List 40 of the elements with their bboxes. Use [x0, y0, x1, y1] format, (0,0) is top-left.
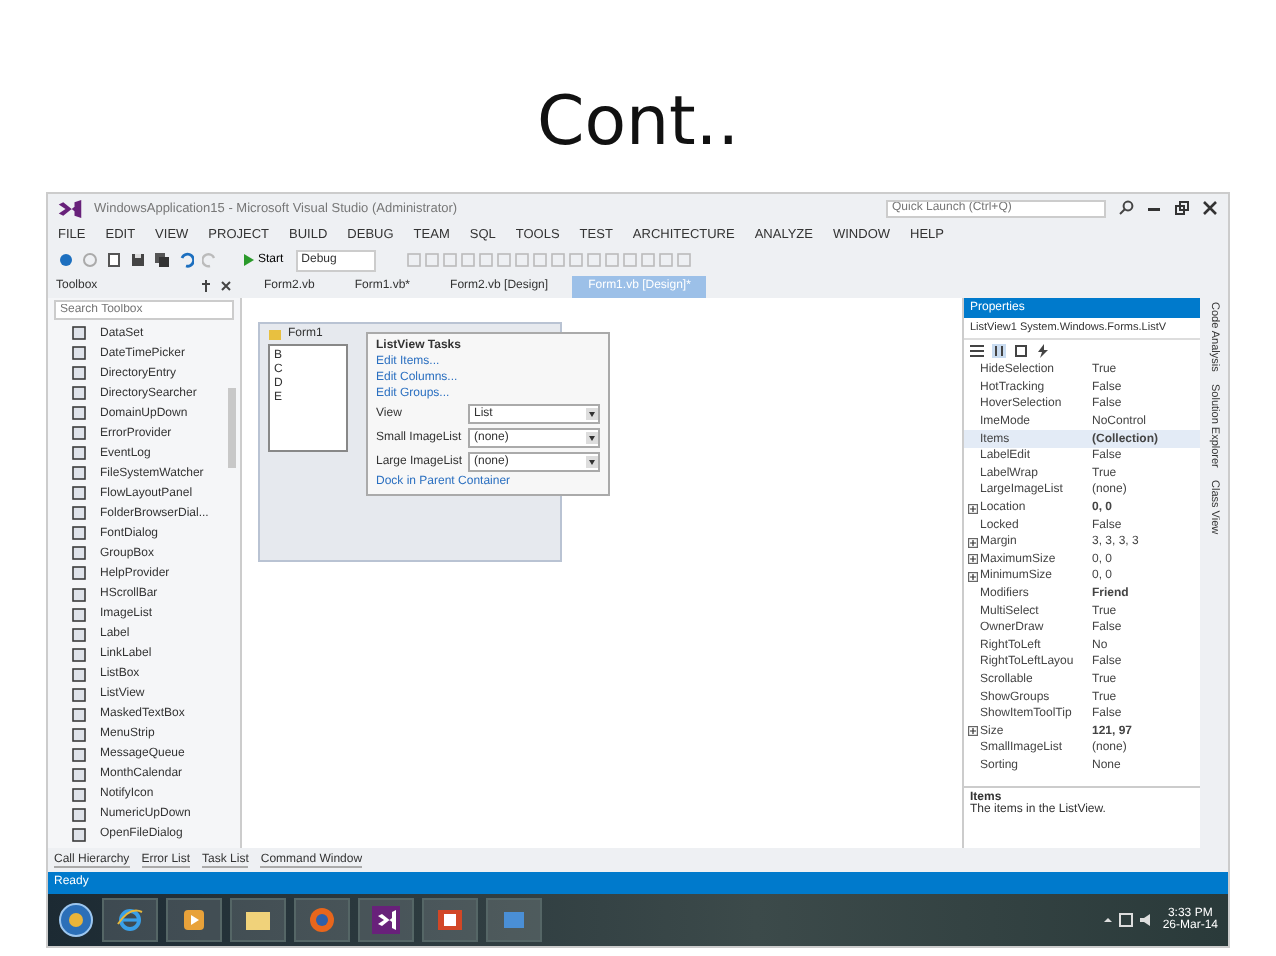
- back-icon[interactable]: [58, 252, 74, 268]
- caret-icon: [586, 456, 598, 468]
- save-all-icon[interactable]: [154, 252, 170, 268]
- tray-icons-drawing: [1102, 912, 1155, 928]
- presentation-icon: [436, 906, 464, 934]
- save-icon[interactable]: [130, 252, 146, 268]
- lightning-icon[interactable]: [1036, 344, 1050, 358]
- slide-title: Cont..: [536, 80, 740, 166]
- categorized-icon[interactable]: [970, 344, 984, 358]
- expand-icon[interactable]: [967, 554, 977, 565]
- caret-icon: [586, 432, 598, 444]
- form-icon: [268, 327, 282, 341]
- taskbar-button[interactable]: [166, 898, 222, 942]
- caret-icon: [586, 408, 598, 420]
- taskbar-button[interactable]: [422, 898, 478, 942]
- properties-icon[interactable]: [1014, 344, 1028, 358]
- taskbar-button[interactable]: [230, 898, 286, 942]
- expand-icon[interactable]: [967, 537, 977, 548]
- close-icon[interactable]: [1202, 200, 1218, 216]
- start-orb-icon[interactable]: [58, 902, 94, 938]
- close-icon[interactable]: [220, 280, 232, 292]
- restore-icon[interactable]: [1174, 200, 1190, 216]
- new-project-icon[interactable]: [106, 252, 122, 268]
- media-player-icon: [180, 906, 208, 934]
- expand-icon[interactable]: [967, 503, 977, 514]
- search-icon[interactable]: [1118, 200, 1134, 216]
- expand-icon[interactable]: [967, 571, 977, 582]
- logo-icon: [58, 199, 82, 217]
- ide-icon: [372, 906, 400, 934]
- browser-icon: [116, 906, 144, 934]
- play-icon: [242, 254, 254, 266]
- folder-icon: [244, 906, 272, 934]
- expand-icon[interactable]: [967, 726, 977, 737]
- scrollbar[interactable]: [228, 388, 236, 468]
- browser-icon: [308, 906, 336, 934]
- pin-icon[interactable]: [200, 280, 212, 292]
- taskbar-button[interactable]: [358, 898, 414, 942]
- window-icon: [500, 906, 528, 934]
- alphabetical-icon[interactable]: [992, 344, 1006, 358]
- undo-icon[interactable]: [178, 252, 194, 268]
